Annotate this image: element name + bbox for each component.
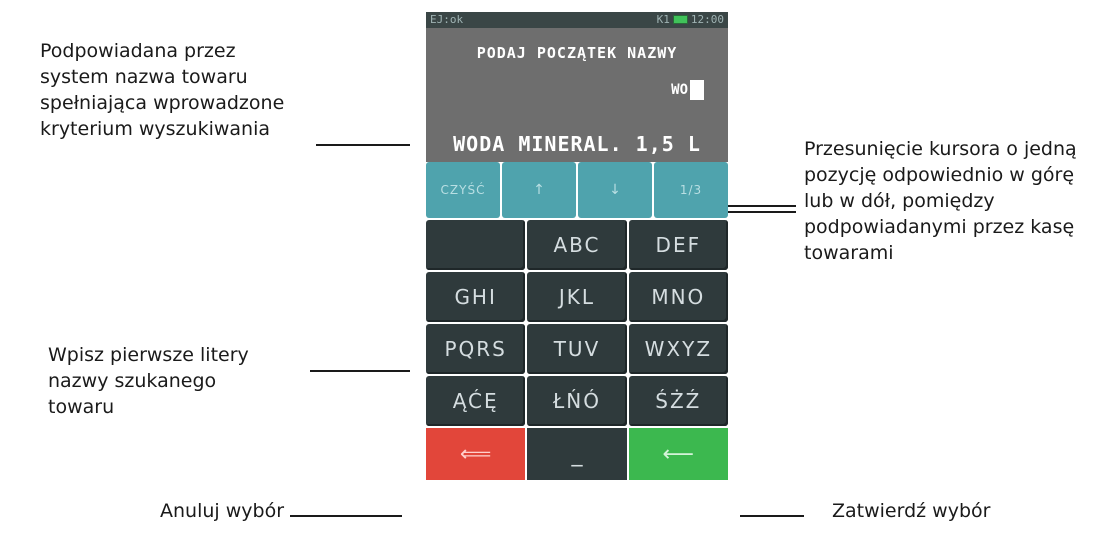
ej-status: EJ:ok (430, 13, 464, 26)
key-mno[interactable]: MNO (628, 272, 728, 322)
input-area: PODAJ POCZĄTEK NAZWY WO (426, 28, 728, 127)
key-lno-diacritics[interactable]: ŁŃÓ (527, 376, 627, 426)
key-jkl[interactable]: JKL (527, 272, 627, 322)
typed-text: WO (671, 82, 688, 98)
pointer-line-confirm (740, 515, 804, 517)
enter-arrow-icon: ⟵ (662, 441, 695, 467)
annotation-line: Przesunięcie kursora o jedną (804, 138, 1077, 160)
annotation-line: Wpisz pierwsze litery (48, 344, 249, 366)
space-button[interactable]: _ (527, 428, 627, 480)
key-ghi[interactable]: GHI (426, 272, 526, 322)
up-arrow-button[interactable]: ↑ (502, 162, 576, 218)
annotation-confirm: Zatwierdź wybór (832, 500, 991, 522)
annotation-line: spełniająca wprowadzone (40, 92, 285, 114)
bottom-row: ⟸ _ ⟵ (426, 428, 728, 480)
prompt-text: PODAJ POCZĄTEK NAZWY (476, 44, 678, 62)
key-abc[interactable]: ABC (527, 220, 627, 270)
annotation-line: towarami (804, 242, 894, 264)
key-ace-diacritics[interactable]: ĄĆĘ (426, 376, 526, 426)
pointer-line-suggested (316, 144, 410, 146)
annotation-line: nazwy szukanego (48, 370, 217, 392)
annotation-cursor-move: Przesunięcie kursora o jedną pozycję odp… (804, 136, 1077, 266)
page-indicator-button[interactable]: 1/3 (654, 162, 728, 218)
status-bar: EJ:ok K1 12:00 (426, 12, 728, 28)
annotation-line: Podpowiadana przez (40, 40, 236, 62)
key-pqrs[interactable]: PQRS (426, 324, 526, 374)
space-icon: _ (571, 441, 583, 467)
arrow-up-icon: ↑ (533, 182, 545, 198)
pointer-line-cancel (290, 515, 402, 517)
function-row: CZYŚĆ ↑ ↓ 1/3 (426, 162, 728, 218)
clear-button[interactable]: CZYŚĆ (426, 162, 500, 218)
pointer-line-type-letters (310, 370, 410, 372)
cancel-button[interactable]: ⟸ (426, 428, 526, 480)
confirm-button[interactable]: ⟵ (628, 428, 728, 480)
down-arrow-button[interactable]: ↓ (578, 162, 652, 218)
annotation-suggested-name: Podpowiadana przez system nazwa towaru s… (40, 38, 284, 142)
key-szz-diacritics[interactable]: ŚŻŹ (628, 376, 728, 426)
annotation-line: podpowiadanymi przez kasę (804, 216, 1075, 238)
key-wxyz[interactable]: WXYZ (628, 324, 728, 374)
clock: 12:00 (690, 13, 724, 26)
keypad: ABC DEF GHI JKL MNO PQRS TUV WXYZ ĄĆĘ ŁŃ… (426, 220, 728, 426)
annotation-line: towaru (48, 396, 115, 418)
annotation-line: lub w dół, pomiędzy (804, 190, 995, 212)
annotation-line: system nazwa towaru (40, 66, 248, 88)
cash-register-screen: EJ:ok K1 12:00 PODAJ POCZĄTEK NAZWY WO W… (426, 12, 728, 536)
text-cursor (690, 80, 704, 100)
k-indicator: K1 (656, 13, 670, 26)
back-arrow-icon: ⟸ (459, 441, 492, 467)
search-input[interactable]: WO (671, 80, 704, 100)
annotation-type-letters: Wpisz pierwsze litery nazwy szukanego to… (48, 342, 249, 420)
annotation-line: pozycję odpowiednio w górę (804, 164, 1075, 186)
key-def[interactable]: DEF (628, 220, 728, 270)
annotation-cancel: Anuluj wybór (160, 500, 285, 522)
annotation-line: kryterium wyszukiwania (40, 118, 271, 140)
arrow-down-icon: ↓ (609, 182, 621, 198)
battery-icon (672, 15, 688, 24)
key-tuv[interactable]: TUV (527, 324, 627, 374)
status-right: K1 12:00 (657, 13, 724, 26)
key-blank[interactable] (426, 220, 526, 270)
suggested-product[interactable]: WODA MINERAL. 1,5 L (426, 127, 728, 162)
